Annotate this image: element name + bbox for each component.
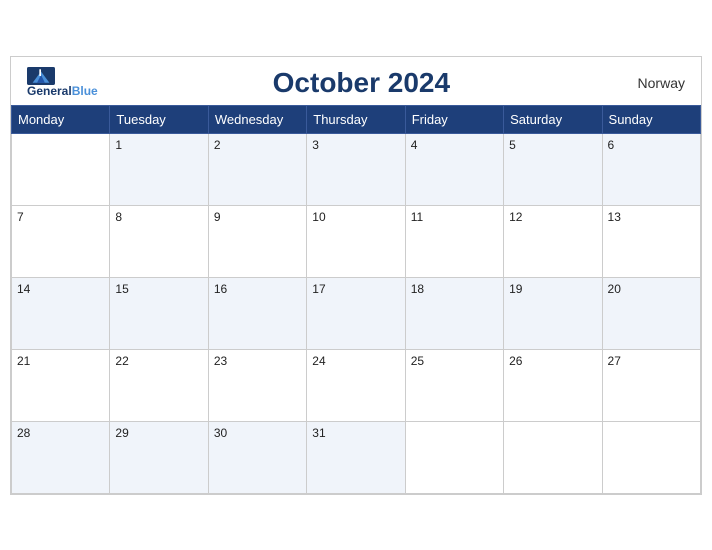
calendar-cell: 31 — [307, 421, 405, 493]
calendar-cell: 29 — [110, 421, 208, 493]
calendar-cell: 13 — [602, 205, 700, 277]
calendar-cell: 24 — [307, 349, 405, 421]
day-headers-row: Monday Tuesday Wednesday Thursday Friday… — [12, 105, 701, 133]
day-number: 17 — [312, 282, 325, 296]
calendar-cell — [12, 133, 110, 205]
header-friday: Friday — [405, 105, 503, 133]
calendar-cell: 27 — [602, 349, 700, 421]
calendar-cell: 11 — [405, 205, 503, 277]
calendar-header: General Blue October 2024 Norway — [11, 57, 701, 105]
country-label: Norway — [625, 75, 685, 91]
day-number: 13 — [608, 210, 621, 224]
day-number: 12 — [509, 210, 522, 224]
calendar-cell: 21 — [12, 349, 110, 421]
calendar-cell: 20 — [602, 277, 700, 349]
day-number: 8 — [115, 210, 122, 224]
calendar-cell: 14 — [12, 277, 110, 349]
day-number: 23 — [214, 354, 227, 368]
calendar-cell: 23 — [208, 349, 306, 421]
calendar-cell: 8 — [110, 205, 208, 277]
calendar-cell — [504, 421, 602, 493]
header-wednesday: Wednesday — [208, 105, 306, 133]
calendar-cell: 6 — [602, 133, 700, 205]
day-number: 29 — [115, 426, 128, 440]
calendar-cell: 26 — [504, 349, 602, 421]
day-number: 11 — [411, 210, 423, 224]
calendar-cell: 1 — [110, 133, 208, 205]
calendar-cell: 4 — [405, 133, 503, 205]
calendar-cell: 19 — [504, 277, 602, 349]
header-monday: Monday — [12, 105, 110, 133]
table-row: 1 2 3 4 5 6 — [12, 133, 701, 205]
day-number: 7 — [17, 210, 24, 224]
day-number: 4 — [411, 138, 418, 152]
calendar-cell: 3 — [307, 133, 405, 205]
header-thursday: Thursday — [307, 105, 405, 133]
day-number: 27 — [608, 354, 621, 368]
calendar-cell: 2 — [208, 133, 306, 205]
day-number: 19 — [509, 282, 522, 296]
calendar-cell: 10 — [307, 205, 405, 277]
calendar: General Blue October 2024 Norway Monday … — [10, 56, 702, 495]
day-number: 14 — [17, 282, 30, 296]
calendar-cell — [405, 421, 503, 493]
table-row: 28 29 30 31 — [12, 421, 701, 493]
calendar-cell: 30 — [208, 421, 306, 493]
calendar-cell: 16 — [208, 277, 306, 349]
day-number: 15 — [115, 282, 128, 296]
calendar-cell: 28 — [12, 421, 110, 493]
calendar-cell: 12 — [504, 205, 602, 277]
logo-icon — [27, 67, 55, 85]
day-number: 22 — [115, 354, 128, 368]
day-number: 30 — [214, 426, 227, 440]
calendar-cell: 17 — [307, 277, 405, 349]
month-title: October 2024 — [98, 67, 625, 99]
day-number: 5 — [509, 138, 516, 152]
calendar-cell: 5 — [504, 133, 602, 205]
day-number: 25 — [411, 354, 424, 368]
day-number: 28 — [17, 426, 30, 440]
day-number: 2 — [214, 138, 221, 152]
logo-area: General Blue — [27, 67, 98, 98]
day-number: 31 — [312, 426, 325, 440]
day-number: 24 — [312, 354, 325, 368]
table-row: 21 22 23 24 25 26 27 — [12, 349, 701, 421]
calendar-cell: 9 — [208, 205, 306, 277]
logo-general: General — [27, 85, 72, 98]
calendar-cell: 18 — [405, 277, 503, 349]
calendar-table: Monday Tuesday Wednesday Thursday Friday… — [11, 105, 701, 494]
logo-blue: Blue — [72, 85, 98, 98]
day-number: 20 — [608, 282, 621, 296]
day-number: 16 — [214, 282, 227, 296]
day-number: 26 — [509, 354, 522, 368]
day-number: 18 — [411, 282, 424, 296]
calendar-cell: 15 — [110, 277, 208, 349]
day-number: 6 — [608, 138, 615, 152]
table-row: 7 8 9 10 11 12 13 — [12, 205, 701, 277]
header-saturday: Saturday — [504, 105, 602, 133]
calendar-cell: 25 — [405, 349, 503, 421]
header-sunday: Sunday — [602, 105, 700, 133]
day-number: 3 — [312, 138, 319, 152]
day-number: 10 — [312, 210, 325, 224]
header-tuesday: Tuesday — [110, 105, 208, 133]
table-row: 14 15 16 17 18 19 20 — [12, 277, 701, 349]
calendar-cell — [602, 421, 700, 493]
calendar-cell: 7 — [12, 205, 110, 277]
calendar-cell: 22 — [110, 349, 208, 421]
day-number: 21 — [17, 354, 30, 368]
day-number: 1 — [115, 138, 122, 152]
day-number: 9 — [214, 210, 221, 224]
